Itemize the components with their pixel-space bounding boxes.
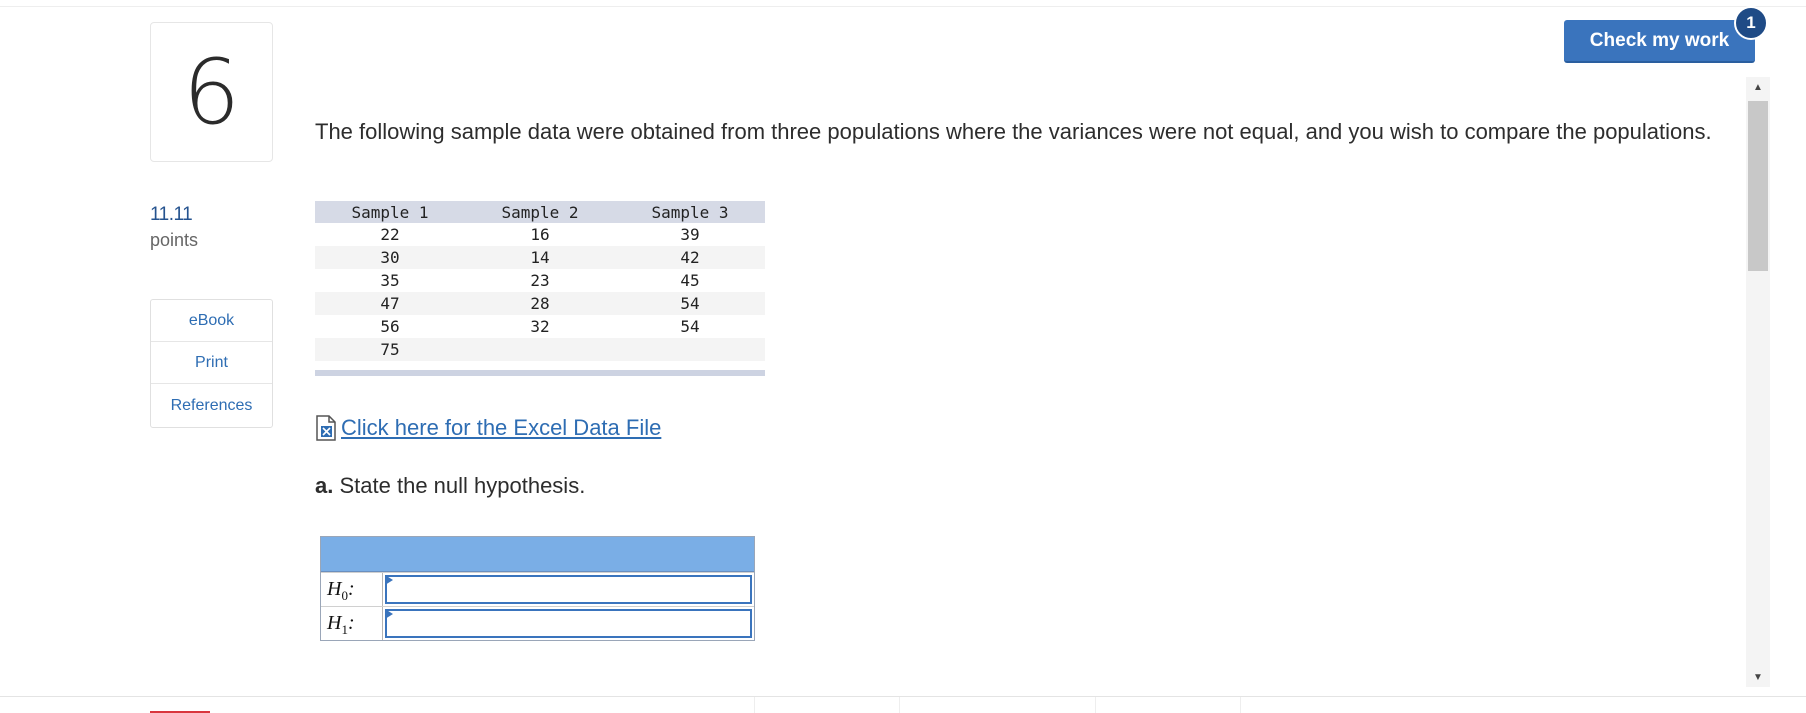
table-row: 30 14 42 [315,246,765,269]
table-spacer [315,361,765,370]
excel-data-file-link[interactable]: Click here for the Excel Data File [315,415,661,441]
footer-separator [754,697,755,713]
scrollbar[interactable]: ▲ ▼ [1746,77,1770,687]
points-label: points [150,230,199,250]
table-row: 47 28 54 [315,292,765,315]
points-value: 11.11 [150,204,193,225]
excel-file-icon [316,415,336,441]
table-cell: 47 [315,292,465,315]
scroll-thumb[interactable] [1748,101,1768,271]
footer-separator [1240,697,1241,713]
table-cell: 39 [680,225,700,244]
table-cell: 22 [380,225,400,244]
table-cell: 56 [380,317,400,336]
table-cell: 32 [530,317,550,336]
null-hypothesis-dropdown[interactable] [383,573,754,606]
table-cell: 14 [465,246,615,269]
part-a-prompt: a. State the null hypothesis. [315,473,585,499]
table-cell: 23 [530,271,550,290]
null-hypothesis-row: H0: [321,572,754,606]
bottom-divider [0,696,1806,697]
alternative-hypothesis-label: H1: [321,607,383,640]
table-header-row: Sample 1 Sample 2 Sample 3 [315,201,765,223]
attempts-badge: 1 [1734,6,1768,40]
scroll-up-arrow-icon[interactable]: ▲ [1746,77,1770,97]
hypothesis-table-header [321,537,754,572]
column-header: Sample 1 [315,201,465,223]
table-footer-bar [315,370,765,376]
references-link[interactable]: References [151,384,272,427]
ebook-link[interactable]: eBook [151,300,272,342]
table-cell: 28 [465,292,615,315]
hypothesis-table: H0: H1: [320,536,755,641]
check-my-work-button[interactable]: Check my work [1564,20,1755,63]
excel-link-label[interactable]: Click here for the Excel Data File [341,415,661,441]
table-cell: 54 [680,317,700,336]
table-cell: 30 [315,246,465,269]
resource-list: eBook Print References [150,299,273,428]
table-cell: 54 [615,292,765,315]
alternative-hypothesis-dropdown[interactable] [383,607,754,640]
question-text: The following sample data were obtained … [315,119,1712,144]
table-cell: 35 [380,271,400,290]
table-row: 35 23 45 [315,269,765,292]
table-row: 75 [315,338,765,361]
dropdown-marker-icon [385,609,393,619]
table-cell: 45 [680,271,700,290]
sample-data-table: Sample 1 Sample 2 Sample 3 22 16 39 30 1… [315,201,765,376]
column-header: Sample 3 [615,201,765,223]
table-cell: 16 [530,225,550,244]
column-header: Sample 2 [465,201,615,223]
top-divider [0,6,1806,7]
scroll-down-arrow-icon[interactable]: ▼ [1746,667,1770,687]
table-cell: 42 [615,246,765,269]
dropdown-marker-icon [385,575,393,585]
table-cell [615,338,765,361]
alternative-hypothesis-input[interactable] [385,609,752,638]
footer-separator [899,697,900,713]
table-row: 56 32 54 [315,315,765,338]
null-hypothesis-label: H0: [321,573,383,606]
print-link[interactable]: Print [151,342,272,384]
part-a-letter: a. [315,473,334,498]
part-a-text: State the null hypothesis. [339,473,586,498]
table-cell [465,338,615,361]
footer-separator [1095,697,1096,713]
null-hypothesis-input[interactable] [385,575,752,604]
table-cell: 75 [315,338,465,361]
table-row: 22 16 39 [315,223,765,246]
question-number: 6 [150,22,273,162]
alternative-hypothesis-row: H1: [321,606,754,640]
